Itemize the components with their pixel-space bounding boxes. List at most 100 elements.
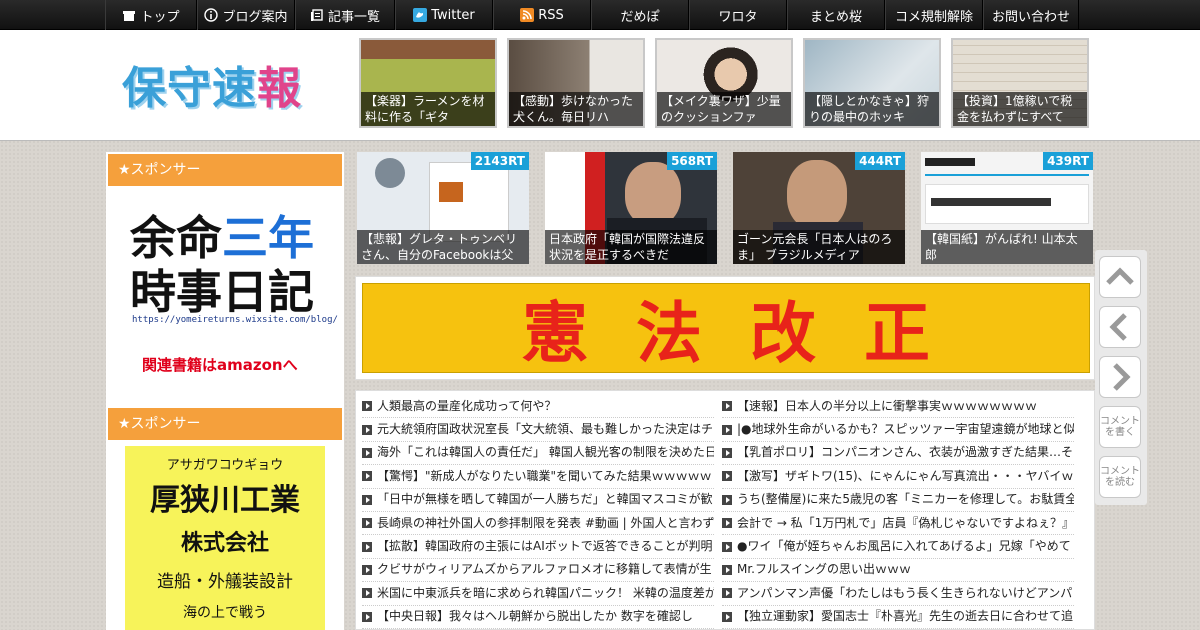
- ad-yomei-sannen[interactable]: 余命三年 時事日記 https://yomeireturns.wixsite.c…: [108, 188, 342, 388]
- article-title: 【中央日報】我々はヘル朝鮮から脱出したか 数字を確認し: [377, 609, 693, 624]
- ad-company-slogan: 海の上で戦う: [183, 605, 267, 621]
- thumb-caption: 【隠しとかなきゃ】狩りの最中のホッキ: [805, 92, 939, 126]
- article-list-item[interactable]: クビサがウィリアムズからアルファロメオに移籍して表情が生: [362, 559, 714, 583]
- article-list-item[interactable]: 【独立運動家】愛国志士『朴喜光』先生の逝去日に合わせて追: [722, 606, 1074, 629]
- nav-item-damepo[interactable]: だめぽ: [591, 0, 689, 30]
- article-list-item[interactable]: 米国に中東派兵を暗に求められ韓国パニック！ 米韓の温度差が: [362, 582, 714, 606]
- header-thumb-2[interactable]: 【感動】歩けなかった犬くん。毎日リハ: [507, 38, 645, 128]
- article-list-item[interactable]: 会計で → 私「1万円札で」店員『偽札じゃないですよねぇ？』: [722, 512, 1074, 536]
- bullet-arrow-icon: [362, 447, 372, 458]
- logo-char: 速: [212, 63, 257, 114]
- nav-item-twitter[interactable]: Twitter: [395, 0, 493, 30]
- nav-item-rss[interactable]: RSS: [493, 0, 591, 30]
- nav-item-article-list[interactable]: 記事一覧: [295, 0, 395, 30]
- nav-label: コメ規制解除: [894, 9, 973, 25]
- article-title: |●地球外生命がいるかも？スピッツァー宇宙望遠鏡が地球と似: [737, 422, 1074, 437]
- article-list-item[interactable]: 【乳首ポロリ】コンパニオンさん、衣装が過激すぎた結果…そ: [722, 442, 1074, 466]
- sponsor-heading: ★スポンサー: [108, 408, 342, 440]
- article-title: 元大統領府国政状況室長「文大統領、最も難しかった決定はチ: [377, 422, 714, 437]
- rt-card-3[interactable]: 444RT ゴーン元会長「日本人はのろま」 ブラジルメディア: [733, 152, 905, 264]
- comment-read-label: コメントを読む: [1100, 466, 1140, 488]
- kenpo-kaisei-banner[interactable]: 憲法改正: [355, 276, 1095, 380]
- rt-count-badge: 2143RT: [470, 152, 529, 170]
- bullet-arrow-icon: [722, 401, 732, 412]
- header-thumb-4[interactable]: 【隠しとかなきゃ】狩りの最中のホッキ: [803, 38, 941, 128]
- rt-count-badge: 444RT: [855, 152, 905, 170]
- article-list: 人類最高の量産化成功って何や？ 元大統領府国政状況室長「文大統領、最も難しかった決…: [355, 390, 1095, 630]
- bullet-arrow-icon: [722, 611, 732, 622]
- prev-article-button[interactable]: [1099, 306, 1141, 348]
- article-title: アンパンマン声優「わたしはもう長く生きられないけどアンパ: [737, 585, 1073, 600]
- article-list-right: 【速報】日本人の半分以上に衝撃事実ｗｗｗｗｗｗｗｗ |●地球外生命がいるかも？スピ…: [722, 395, 1074, 629]
- header-thumb-5[interactable]: 【投資】1億稼いで税金を払わずにすべて: [951, 38, 1089, 128]
- article-list-item[interactable]: 【速報】日本人の半分以上に衝撃事実ｗｗｗｗｗｗｗｗ: [722, 395, 1074, 419]
- rt-card-1[interactable]: 2143RT 【悲報】グレタ・トゥンベリさん、自分のFacebookは父: [357, 152, 529, 264]
- next-article-button[interactable]: [1099, 356, 1141, 398]
- comment-read-button[interactable]: コメントを読む: [1099, 456, 1141, 498]
- article-list-item[interactable]: Mr.フルスイングの思い出ｗｗｗ: [722, 559, 1074, 583]
- top-navigation: トップ ブログ案内 記事一覧 Twitter RSS だめぽ ワロタ まとめ桜 …: [0, 0, 1200, 30]
- article-list-item[interactable]: 元大統領府国政状況室長「文大統領、最も難しかった決定はチ: [362, 418, 714, 442]
- article-list-item[interactable]: ●ワイ「俺が姪ちゃんお風呂に入れてあげるよ」兄嫁「やめて: [722, 535, 1074, 559]
- nav-item-contact[interactable]: お問い合わせ: [983, 0, 1079, 30]
- article-list-item[interactable]: 人類最高の量産化成功って何や？: [362, 395, 714, 419]
- header-thumb-1[interactable]: 【楽器】ラーメンを材料に作る「ギタ: [359, 38, 497, 128]
- site-header: 保守速報 【楽器】ラーメンを材料に作る「ギタ 【感動】歩けなかった犬くん。毎日リ…: [0, 30, 1200, 141]
- rt-caption: ゴーン元会長「日本人はのろま」 ブラジルメディア: [733, 230, 905, 264]
- article-list-item[interactable]: 長崎県の神社外国人の参拝制限を発表 #動画 | 外国人と言わず韓: [362, 512, 714, 536]
- logo-char: 守: [167, 63, 212, 114]
- article-title: 【乳首ポロリ】コンパニオンさん、衣装が過激すぎた結果…そ: [737, 445, 1074, 460]
- chevron-up-icon: [1106, 267, 1134, 285]
- banner-inner: 憲法改正: [362, 283, 1090, 373]
- ad-line-2: 時事日記: [130, 265, 314, 319]
- rt-caption: 【韓国紙】がんばれ! 山本太郎: [921, 230, 1093, 264]
- nav-label: 記事一覧: [327, 9, 380, 25]
- bullet-arrow-icon: [722, 541, 732, 552]
- article-list-item[interactable]: 海外「これは韓国人の責任だ」 韓国人観光客の制限を決めた日: [362, 442, 714, 466]
- chevron-left-icon: [1109, 313, 1127, 341]
- article-list-item[interactable]: うち(整備屋)に来た5歳児の客「ミニカーを修理して。お駄賃全: [722, 489, 1074, 512]
- ad-amazon-link[interactable]: 関連書籍はamazonへ: [142, 354, 298, 375]
- article-list-item[interactable]: 「日中が無様を晒して韓国が一人勝ちだ」と韓国マスコミが歓: [362, 489, 714, 512]
- nav-item-warota[interactable]: ワロタ: [689, 0, 787, 30]
- scroll-top-button[interactable]: [1099, 256, 1141, 298]
- article-list-item[interactable]: 【拡散】韓国政府の主張にはAIボットで返答できることが判明: [362, 535, 714, 559]
- nav-label: Twitter: [431, 7, 475, 23]
- side-button-panel: コメントを書く コメントを読む: [1095, 250, 1147, 505]
- ad-asagawa-kogyo[interactable]: アサガワコウギョウ 厚狭川工業 株式会社 造船・外艤装設計 海の上で戦う: [125, 446, 325, 630]
- article-title: Mr.フルスイングの思い出ｗｗｗ: [737, 562, 912, 577]
- info-icon: [204, 8, 219, 22]
- ad-company-type: 株式会社: [180, 531, 269, 556]
- thumb-caption: 【投資】1億稼いで税金を払わずにすべて: [953, 92, 1087, 126]
- article-list-item[interactable]: |●地球外生命がいるかも？スピッツァー宇宙望遠鏡が地球と似: [722, 418, 1074, 442]
- nav-label: ブログ案内: [222, 9, 288, 25]
- banner-text: 憲法改正: [522, 294, 978, 372]
- comment-write-label: コメントを書く: [1100, 416, 1140, 438]
- rt-card-2[interactable]: 568RT 日本政府「韓国が国際法違反状況を是正するべきだ: [545, 152, 717, 264]
- nav-item-top[interactable]: トップ: [105, 0, 197, 30]
- nav-item-matome-sakura[interactable]: まとめ桜: [787, 0, 885, 30]
- bullet-arrow-icon: [362, 518, 372, 529]
- bullet-arrow-icon: [362, 611, 372, 622]
- site-logo[interactable]: 保守速報: [122, 52, 302, 116]
- article-title: 【速報】日本人の半分以上に衝撃事実ｗｗｗｗｗｗｗｗ: [737, 398, 1038, 413]
- ad-url: https://yomeireturns.wixsite.com/blog/: [132, 315, 338, 325]
- comment-write-button[interactable]: コメントを書く: [1099, 406, 1141, 448]
- bullet-arrow-icon: [362, 494, 372, 505]
- header-thumb-3[interactable]: 【メイク裏ワザ】少量のクッションファ: [655, 38, 793, 128]
- ad-company-kana: アサガワコウギョウ: [166, 458, 284, 473]
- rt-count-badge: 439RT: [1043, 152, 1093, 170]
- rt-card-4[interactable]: 439RT 【韓国紙】がんばれ! 山本太郎: [921, 152, 1093, 264]
- bullet-arrow-icon: [362, 401, 372, 412]
- ad-company-desc: 造船・外艤装設計: [157, 572, 293, 592]
- nav-item-comment-unblock[interactable]: コメ規制解除: [885, 0, 983, 30]
- article-list-item[interactable]: 【驚愕】"新成人がなりたい職業"を聞いてみた結果ｗｗｗｗｗ: [362, 465, 714, 489]
- rt-count-badge: 568RT: [667, 152, 717, 170]
- article-list-item[interactable]: 【激写】ザギトワ(15)、にゃんにゃん写真流出・・・ヤバイｗ: [722, 465, 1074, 489]
- bullet-arrow-icon: [722, 494, 732, 505]
- bullet-arrow-icon: [722, 588, 732, 599]
- nav-item-blog-guide[interactable]: ブログ案内: [197, 0, 295, 30]
- article-list-item[interactable]: アンパンマン声優「わたしはもう長く生きられないけどアンパ: [722, 582, 1074, 606]
- article-list-item[interactable]: 【中央日報】我々はヘル朝鮮から脱出したか 数字を確認し: [362, 606, 714, 629]
- nav-label: ワロタ: [718, 9, 758, 25]
